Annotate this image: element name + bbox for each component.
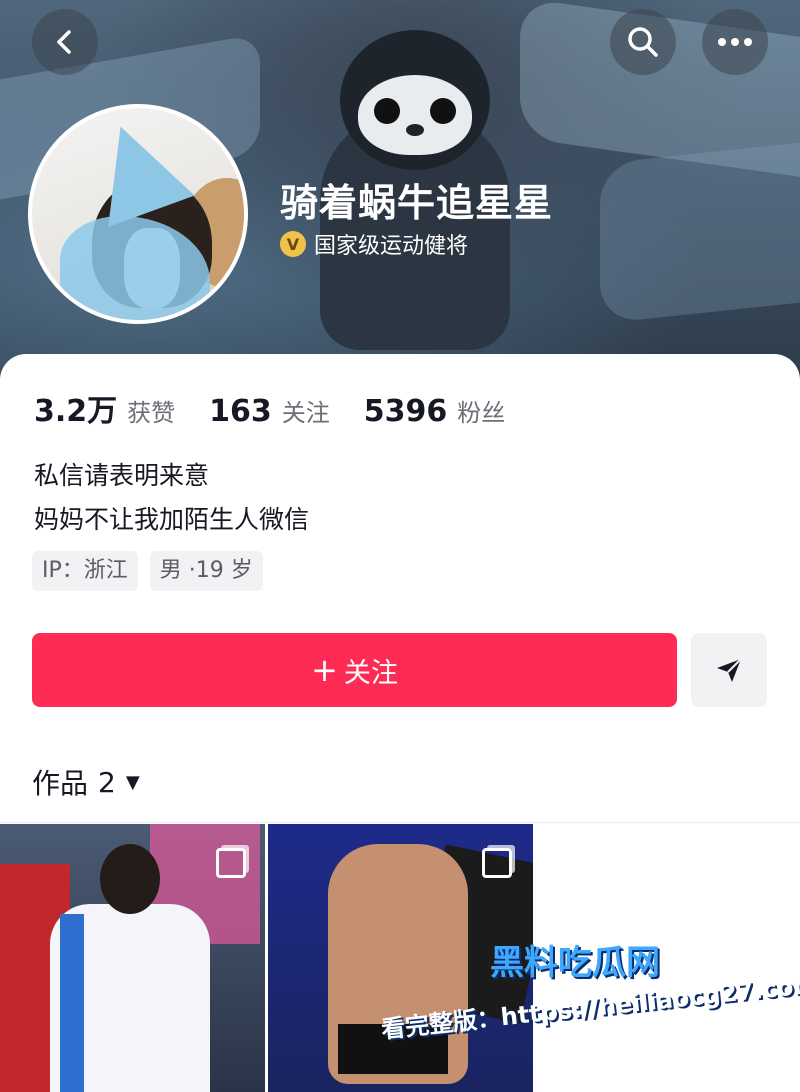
stat-label: 获赞 — [127, 399, 176, 427]
stat-followers[interactable]: 5396 粉丝 — [364, 393, 506, 429]
search-icon — [628, 27, 658, 57]
divider — [0, 822, 800, 823]
follow-label: 关注 — [343, 657, 398, 689]
works-count: 2 — [98, 765, 116, 799]
thumb-head — [100, 844, 160, 914]
plus-icon: + — [311, 651, 338, 689]
verified-icon: V — [280, 231, 306, 257]
ip-tag: IP：浙江 — [32, 551, 138, 591]
penguin-beak — [406, 124, 424, 136]
bio-line: 妈妈不让我加陌生人微信 — [34, 505, 310, 534]
follow-button[interactable]: + 关注 — [32, 633, 677, 707]
caret-down-icon: ▼ — [125, 771, 140, 793]
multi-image-icon — [216, 848, 246, 878]
works-tab[interactable]: 作品 2 ▼ — [32, 762, 140, 802]
thumb-jacket-stripe — [60, 914, 84, 1092]
verification-badge: V 国家级运动健将 — [280, 228, 468, 260]
profile-name: 骑着蜗牛追星星 — [280, 181, 554, 225]
back-button[interactable] — [32, 9, 98, 75]
work-thumbnail[interactable] — [0, 824, 265, 1092]
more-icon — [718, 38, 752, 46]
bio-line: 私信请表明来意 — [34, 461, 210, 490]
profile-bio: 私信请表明来意 妈妈不让我加陌生人微信 — [34, 454, 309, 542]
stat-number: 5396 — [363, 394, 448, 429]
share-button[interactable] — [691, 633, 767, 707]
multi-image-icon — [482, 848, 512, 878]
stat-likes[interactable]: 3.2万 获赞 — [34, 386, 175, 430]
penguin-eye — [374, 98, 400, 124]
badge-text: 国家级运动健将 — [314, 234, 469, 259]
stat-following[interactable]: 163 关注 — [209, 393, 330, 429]
share-icon — [717, 658, 742, 682]
search-button[interactable] — [610, 9, 676, 75]
stat-number: 163 — [209, 394, 272, 429]
stat-label: 关注 — [281, 399, 330, 427]
profile-tags: IP：浙江 男 ·19 岁 — [32, 551, 263, 591]
watermark: 黑料吃瓜网 看完整版：https://heiliaocg27.com — [380, 935, 800, 1075]
banner-ice-decoration — [600, 136, 800, 324]
penguin-eye — [430, 98, 456, 124]
stat-number: 3.2万 — [34, 394, 118, 429]
avatar[interactable] — [32, 108, 244, 320]
stat-label: 粉丝 — [457, 399, 506, 427]
more-button[interactable] — [702, 9, 768, 75]
profile-stats: 3.2万 获赞 163 关注 5396 粉丝 — [34, 386, 539, 430]
profile-page: 骑着蜗牛追星星 V 国家级运动健将 3.2万 获赞 163 关注 5396 粉丝… — [0, 0, 800, 1092]
works-label: 作品 — [32, 767, 89, 800]
gender-age-tag: 男 ·19 岁 — [149, 551, 263, 591]
watermark-title: 黑料吃瓜网 — [490, 943, 660, 983]
back-icon — [57, 30, 71, 54]
